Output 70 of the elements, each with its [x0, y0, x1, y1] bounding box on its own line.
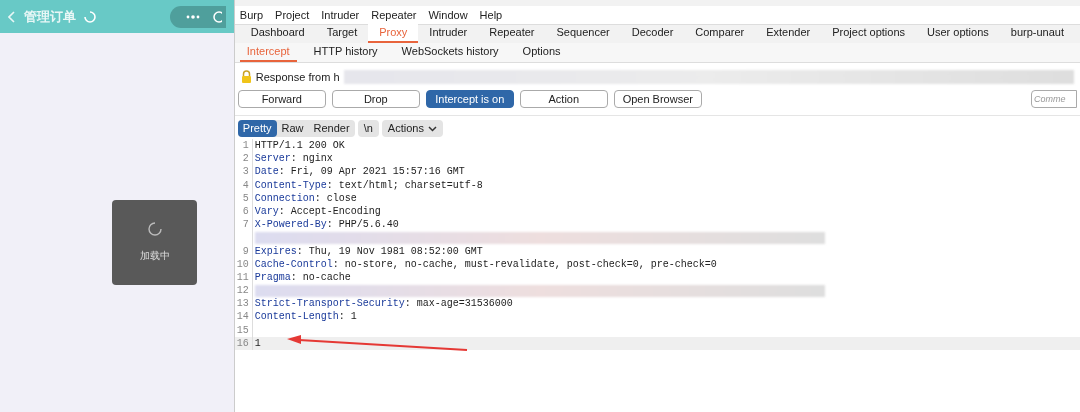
code-line: Vary: Accept-Encoding — [253, 204, 381, 219]
view-tab[interactable]: Raw — [276, 120, 309, 137]
line-number: 1 — [234, 139, 253, 153]
tab[interactable]: Dashboard — [239, 24, 316, 43]
chevron-down-icon — [427, 125, 437, 132]
spinner-icon — [84, 10, 96, 23]
subtab[interactable]: HTTP history — [306, 42, 385, 62]
menu-item[interactable]: Repeater — [371, 6, 417, 24]
line-number: 5 — [234, 191, 253, 205]
menu-item[interactable]: Window — [428, 6, 468, 24]
line-number: 10 — [234, 257, 253, 271]
tab[interactable]: User options — [916, 24, 1000, 43]
comment-field[interactable]: Comme — [1031, 90, 1077, 108]
toolbar-button[interactable]: Action — [519, 90, 608, 108]
code-line: Server: nginx — [253, 152, 333, 166]
tab[interactable]: Decoder — [620, 24, 685, 43]
more-icon — [185, 14, 200, 19]
tab[interactable]: Comparer — [684, 24, 756, 43]
line-number: 7 — [234, 218, 253, 232]
line-number: 2 — [234, 152, 253, 166]
tab[interactable]: Intruder — [418, 24, 479, 43]
subtab[interactable]: Options — [515, 42, 568, 62]
tab[interactable]: Proxy — [368, 24, 419, 43]
code-line: Pragma: no-cache — [253, 270, 351, 285]
actions-button[interactable]: Actions — [381, 120, 443, 137]
code-line: Content-Type: text/html; charset=utf-8 — [253, 178, 483, 192]
code-line: 1 — [253, 336, 261, 350]
tab[interactable]: Repeater — [478, 24, 546, 43]
menu-item[interactable]: Intruder — [321, 6, 360, 24]
tab[interactable]: Sequencer — [545, 24, 621, 43]
line-number: 14 — [234, 310, 253, 324]
tab[interactable]: Target — [315, 24, 369, 43]
toolbar-button[interactable]: Forward — [237, 90, 326, 108]
tab[interactable]: Extender — [755, 24, 822, 43]
toolbar-button[interactable]: Drop — [331, 90, 420, 108]
code-line: X-Powered-By: PHP/5.6.40 — [253, 218, 399, 232]
view-tab[interactable]: Render — [308, 120, 355, 137]
code-line: Connection: close — [253, 191, 357, 205]
line-number: 16 — [234, 336, 253, 350]
back-icon[interactable] — [8, 10, 16, 23]
tab[interactable]: Project options — [821, 24, 916, 43]
line-number: 13 — [234, 297, 253, 311]
lock-icon — [240, 70, 252, 84]
line-number: 3 — [234, 165, 253, 179]
code-line: Cache-Control: no-store, no-cache, must-revalidate, post-check=0, pre-check=0 — [253, 257, 717, 271]
subtab[interactable]: WebSockets history — [394, 42, 506, 62]
line-number: 11 — [234, 270, 253, 285]
code-line: Content-Length: 1 — [253, 310, 357, 324]
line-number: 9 — [234, 244, 253, 258]
capsule-button[interactable] — [169, 5, 226, 28]
page-title: 管理订单 — [24, 7, 76, 26]
menu-item[interactable]: Burp — [239, 6, 264, 24]
code-line: Date: Fri, 09 Apr 2021 15:57:16 GMT — [253, 165, 465, 179]
code-line: HTTP/1.1 200 OK — [253, 139, 345, 153]
toolbar-button[interactable]: Open Browser — [613, 90, 702, 108]
line-number: 6 — [234, 204, 253, 219]
line-number: 12 — [234, 284, 253, 298]
menu-item[interactable]: Project — [275, 6, 310, 24]
code-line: Expires: Thu, 19 Nov 1981 08:52:00 GMT — [253, 244, 483, 258]
toolbar-button[interactable]: Intercept is on — [425, 90, 514, 108]
code-line: Strict-Transport-Security: max-age=31536000 — [253, 297, 513, 311]
spinner-icon — [147, 222, 162, 236]
tab[interactable]: burp-unaut — [999, 24, 1075, 43]
response-label: Response from h — [255, 69, 340, 85]
newline-toggle[interactable]: \n — [357, 120, 379, 137]
view-tab[interactable]: Pretty — [237, 120, 277, 137]
line-number: 4 — [234, 178, 253, 192]
loading-text: 加载中 — [139, 249, 170, 263]
menu-item[interactable]: Help — [479, 6, 503, 24]
line-number: 15 — [234, 323, 253, 337]
